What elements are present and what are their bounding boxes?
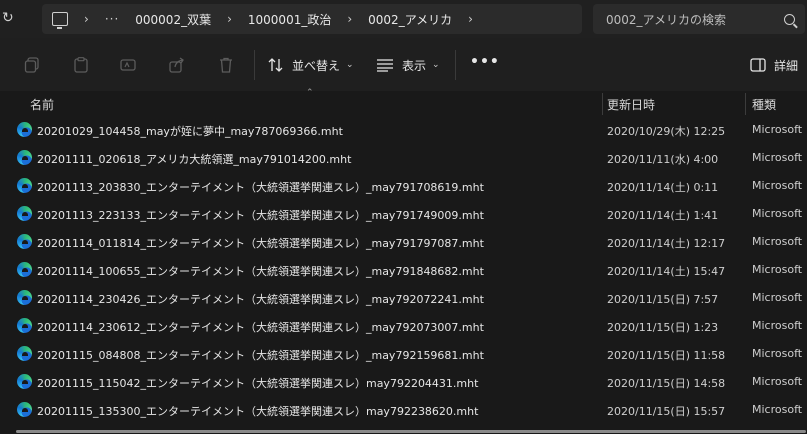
file-name: 20201114_230612_エンターテイメント（大統領選挙関連スレ）_may… [37, 321, 484, 334]
chevron-right-icon[interactable]: › [227, 12, 232, 26]
more-locations-icon[interactable]: ··· [105, 12, 119, 26]
file-type: Microsoft [752, 375, 803, 388]
file-date: 2020/11/15(日) 7:57 [607, 293, 719, 306]
file-type: Microsoft [752, 151, 803, 164]
file-name: 20201114_230426_エンターテイメント（大統領選挙関連スレ）_may… [37, 293, 484, 306]
command-bar: 並べ替え ⌄ 表示 ⌄ ••• 詳細 [0, 38, 807, 92]
sort-label: 並べ替え [292, 58, 341, 73]
title-bar: ↻ › ··· 000002_双葉 › 1000001_政治 › 0002_アメ… [0, 0, 807, 38]
file-name: 20201115_135300_エンターテイメント（大統領選挙関連スレ）may7… [37, 405, 479, 418]
column-resize-handle[interactable] [745, 93, 746, 115]
edge-file-icon [17, 346, 32, 361]
search-input[interactable]: 0002_アメリカの検索 [593, 4, 805, 34]
file-date: 2020/11/15(日) 1:23 [607, 321, 719, 334]
breadcrumb-2[interactable]: 0002_アメリカ [368, 11, 452, 28]
chevron-right-icon[interactable]: › [347, 12, 352, 26]
file-type: Microsoft [752, 319, 803, 332]
column-resize-handle[interactable] [602, 93, 603, 115]
chevron-right-icon[interactable]: › [468, 12, 473, 26]
file-name: 20201114_100655_エンターテイメント（大統領選挙関連スレ）_may… [37, 265, 484, 278]
file-name: 20201115_115042_エンターテイメント（大統領選挙関連スレ）may7… [37, 377, 479, 390]
column-name[interactable]: 名前 [30, 96, 54, 113]
file-row[interactable]: 20201115_135300_エンターテイメント（大統領選挙関連スレ）may7… [0, 396, 807, 424]
file-row[interactable]: 20201115_084808_エンターテイメント（大統領選挙関連スレ）_may… [0, 340, 807, 368]
file-date: 2020/11/11(水) 4:00 [607, 153, 719, 166]
details-label: 詳細 [774, 58, 799, 73]
horizontal-scrollbar[interactable] [16, 430, 806, 433]
edge-file-icon [17, 178, 32, 193]
file-type: Microsoft [752, 347, 803, 360]
file-row[interactable]: 20201114_011814_エンターテイメント（大統領選挙関連スレ）_may… [0, 228, 807, 256]
file-name: 20201113_223133_エンターテイメント（大統領選挙関連スレ）_may… [37, 209, 484, 222]
column-header: ⌃ 名前 更新日時 種類 [0, 88, 807, 116]
sort-ascending-icon: ⌃ [306, 88, 314, 98]
file-type: Microsoft [752, 207, 803, 220]
edge-file-icon [17, 262, 32, 277]
file-date: 2020/11/14(土) 12:17 [607, 237, 726, 250]
breadcrumb-1[interactable]: 1000001_政治 [248, 11, 331, 28]
file-type: Microsoft [752, 179, 803, 192]
paste-icon[interactable] [73, 57, 89, 73]
copy-icon[interactable] [24, 57, 40, 73]
file-name: 20201113_203830_エンターテイメント（大統領選挙関連スレ）_may… [37, 181, 484, 194]
file-type: Microsoft [752, 291, 803, 304]
edge-file-icon [17, 150, 32, 165]
file-row[interactable]: 20201114_230612_エンターテイメント（大統領選挙関連スレ）_may… [0, 312, 807, 340]
edge-file-icon [17, 234, 32, 249]
file-type: Microsoft [752, 403, 803, 416]
edge-file-icon [17, 318, 32, 333]
details-pane-icon [750, 58, 766, 72]
search-icon[interactable] [784, 13, 795, 25]
view-label: 表示 [402, 58, 427, 73]
sort-button[interactable]: 並べ替え ⌄ [268, 54, 354, 76]
file-row[interactable]: 20201113_203830_エンターテイメント（大統領選挙関連スレ）_may… [0, 172, 807, 200]
chevron-down-icon: ⌄ [346, 60, 354, 70]
delete-icon[interactable] [218, 57, 234, 73]
view-button[interactable]: 表示 ⌄ [376, 54, 440, 76]
toolbar-divider [254, 50, 255, 80]
edge-file-icon [17, 374, 32, 389]
file-row[interactable]: 20201114_100655_エンターテイメント（大統領選挙関連スレ）_may… [0, 256, 807, 284]
edge-file-icon [17, 206, 32, 221]
column-date[interactable]: 更新日時 [607, 96, 655, 113]
search-placeholder: 0002_アメリカの検索 [606, 12, 726, 27]
file-name: 20201115_084808_エンターテイメント（大統領選挙関連スレ）_may… [37, 349, 484, 362]
file-date: 2020/11/15(日) 15:57 [607, 405, 726, 418]
file-date: 2020/11/15(日) 14:58 [607, 377, 726, 390]
file-date: 2020/11/14(土) 0:11 [607, 181, 719, 194]
file-name: 20201029_104458_mayが姪に夢中_may787069366.mh… [37, 125, 343, 138]
file-type: Microsoft [752, 123, 803, 136]
edge-file-icon [17, 290, 32, 305]
this-pc-icon[interactable] [52, 12, 68, 29]
breadcrumb-0[interactable]: 000002_双葉 [135, 11, 211, 28]
chevron-down-icon: ⌄ [432, 60, 440, 70]
file-name: 20201111_020618_アメリカ大統領選_may791014200.mh… [37, 153, 352, 166]
chevron-right-icon[interactable]: › [84, 12, 89, 26]
view-icon [377, 59, 393, 72]
edge-file-icon [17, 122, 32, 137]
edge-file-icon [17, 402, 32, 417]
refresh-icon[interactable]: ↻ [2, 10, 16, 26]
file-row[interactable]: 20201111_020618_アメリカ大統領選_may791014200.mh… [0, 144, 807, 172]
file-list: 20201029_104458_mayが姪に夢中_may787069366.mh… [0, 116, 807, 424]
file-row[interactable]: 20201115_115042_エンターテイメント（大統領選挙関連スレ）may7… [0, 368, 807, 396]
toolbar-divider [455, 50, 456, 80]
share-icon[interactable] [169, 57, 185, 73]
file-date: 2020/10/29(木) 12:25 [607, 125, 726, 138]
file-row[interactable]: 20201114_230426_エンターテイメント（大統領選挙関連スレ）_may… [0, 284, 807, 312]
file-date: 2020/11/14(土) 15:47 [607, 265, 726, 278]
file-date: 2020/11/14(土) 1:41 [607, 209, 719, 222]
file-type: Microsoft [752, 263, 803, 276]
address-bar[interactable]: › ··· 000002_双葉 › 1000001_政治 › 0002_アメリカ… [42, 4, 582, 34]
file-name: 20201114_011814_エンターテイメント（大統領選挙関連スレ）_may… [37, 237, 484, 250]
file-type: Microsoft [752, 235, 803, 248]
column-type[interactable]: 種類 [752, 96, 776, 113]
details-pane-button[interactable]: 詳細 [750, 54, 798, 76]
sort-icon [268, 58, 283, 72]
file-row[interactable]: 20201113_223133_エンターテイメント（大統領選挙関連スレ）_may… [0, 200, 807, 228]
more-options-icon[interactable]: ••• [470, 54, 500, 70]
file-row[interactable]: 20201029_104458_mayが姪に夢中_may787069366.mh… [0, 116, 807, 144]
file-date: 2020/11/15(日) 11:58 [607, 349, 726, 362]
rename-icon[interactable] [120, 57, 136, 73]
